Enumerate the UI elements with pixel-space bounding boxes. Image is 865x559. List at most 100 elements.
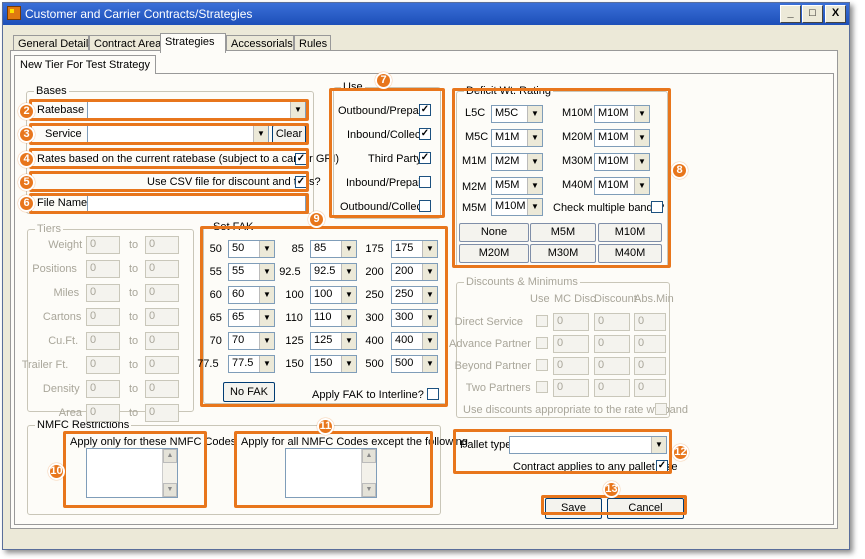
title-bar[interactable]: Customer and Carrier Contracts/Strategie… bbox=[3, 3, 849, 25]
close-button[interactable]: X bbox=[825, 5, 846, 23]
fak-class-select[interactable]: 175 ▼ bbox=[391, 240, 438, 258]
tier-to-label: to bbox=[129, 359, 139, 371]
tier-from-input[interactable]: 0 bbox=[86, 236, 120, 254]
fak-value: 500 bbox=[395, 357, 414, 369]
chevron-down-icon: ▼ bbox=[422, 310, 437, 326]
tab-strategies[interactable]: Strategies bbox=[160, 33, 226, 53]
fak-class-select[interactable]: 85 ▼ bbox=[310, 240, 357, 258]
tier-from-input[interactable]: 0 bbox=[86, 284, 120, 302]
callout-11: 11 bbox=[317, 418, 334, 435]
chevron-down-icon: ▼ bbox=[259, 241, 274, 257]
disc-mc-input[interactable]: 0 bbox=[553, 357, 589, 375]
chevron-down-icon: ▼ bbox=[341, 356, 356, 372]
fak-class-select[interactable]: 55 ▼ bbox=[228, 263, 275, 281]
tier-to-label: to bbox=[129, 239, 139, 251]
disc-absmin-input[interactable]: 0 bbox=[634, 335, 666, 353]
fak-value: 85 bbox=[314, 242, 327, 254]
disc-use-checkbox[interactable] bbox=[536, 315, 548, 327]
tier-to-input[interactable]: 0 bbox=[145, 332, 179, 350]
fak-class-select[interactable]: 125 ▼ bbox=[310, 332, 357, 350]
disc-row-label: Two Partners bbox=[465, 382, 531, 394]
tier-label: Trailer Ft. bbox=[21, 359, 69, 371]
disc-use-checkbox[interactable] bbox=[536, 381, 548, 393]
callout-3: 3 bbox=[18, 126, 35, 143]
disc-header-use: Use bbox=[530, 293, 550, 305]
chevron-down-icon: ▼ bbox=[422, 287, 437, 303]
disc-mc-input[interactable]: 0 bbox=[553, 335, 589, 353]
fak-class-select[interactable]: 60 ▼ bbox=[228, 286, 275, 304]
fak-class-select[interactable]: 300 ▼ bbox=[391, 309, 438, 327]
callout-box-service bbox=[29, 123, 309, 145]
tier-from-input[interactable]: 0 bbox=[86, 380, 120, 398]
tier-to-input[interactable]: 0 bbox=[145, 356, 179, 374]
disc-discount-input[interactable]: 0 bbox=[594, 379, 630, 397]
fak-class-select[interactable]: 70 ▼ bbox=[228, 332, 275, 350]
fak-class-select[interactable]: 110 ▼ bbox=[310, 309, 357, 327]
fak-class-select[interactable]: 50 ▼ bbox=[228, 240, 275, 258]
fak-class-select[interactable]: 400 ▼ bbox=[391, 332, 438, 350]
fak-value: 400 bbox=[395, 334, 414, 346]
callout-box-actions bbox=[541, 495, 687, 515]
maximize-button[interactable]: □ bbox=[802, 5, 823, 23]
tier-from-input[interactable]: 0 bbox=[86, 332, 120, 350]
fak-class-select[interactable]: 77.5 ▼ bbox=[228, 355, 275, 373]
fak-class-label: 300 bbox=[365, 312, 384, 324]
fak-value: 250 bbox=[395, 288, 414, 300]
fak-value: 175 bbox=[395, 242, 414, 254]
fak-class-select[interactable]: 100 ▼ bbox=[310, 286, 357, 304]
tier-label: Positions bbox=[32, 263, 77, 275]
tier-from-input[interactable]: 0 bbox=[86, 260, 120, 278]
fak-class-select[interactable]: 65 ▼ bbox=[228, 309, 275, 327]
fak-value: 70 bbox=[232, 334, 245, 346]
callout-13: 13 bbox=[603, 481, 620, 498]
disc-absmin-input[interactable]: 0 bbox=[634, 379, 666, 397]
use-discounts-checkbox[interactable] bbox=[655, 403, 667, 415]
tab-new-tier[interactable]: New Tier For Test Strategy bbox=[14, 55, 157, 74]
fak-class-select[interactable]: 200 ▼ bbox=[391, 263, 438, 281]
disc-absmin-input[interactable]: 0 bbox=[634, 313, 666, 331]
tier-to-input[interactable]: 0 bbox=[145, 404, 179, 422]
app-icon bbox=[7, 6, 21, 20]
tier-from-input[interactable]: 0 bbox=[86, 356, 120, 374]
fak-class-label: 200 bbox=[365, 266, 384, 278]
disc-mc-input[interactable]: 0 bbox=[553, 313, 589, 331]
tier-to-label: to bbox=[129, 287, 139, 299]
disc-use-checkbox[interactable] bbox=[536, 359, 548, 371]
tier-to-input[interactable]: 0 bbox=[145, 380, 179, 398]
disc-mc-input[interactable]: 0 bbox=[553, 379, 589, 397]
disc-use-checkbox[interactable] bbox=[536, 337, 548, 349]
callout-box-ratebase bbox=[29, 99, 309, 121]
disc-discount-input[interactable]: 0 bbox=[594, 313, 630, 331]
fak-class-select[interactable]: 250 ▼ bbox=[391, 286, 438, 304]
callout-9: 9 bbox=[308, 211, 325, 228]
tier-from-input[interactable]: 0 bbox=[86, 308, 120, 326]
disc-discount-input[interactable]: 0 bbox=[594, 335, 630, 353]
fak-class-label: 150 bbox=[285, 358, 304, 370]
fak-class-label: 175 bbox=[365, 243, 384, 255]
chevron-down-icon: ▼ bbox=[259, 333, 274, 349]
fak-class-select[interactable]: 92.5 ▼ bbox=[310, 263, 357, 281]
fak-class-select[interactable]: 500 ▼ bbox=[391, 355, 438, 373]
fak-value: 55 bbox=[232, 265, 245, 277]
fak-value: 200 bbox=[395, 265, 414, 277]
disc-discount-input[interactable]: 0 bbox=[594, 357, 630, 375]
chevron-down-icon: ▼ bbox=[341, 333, 356, 349]
disc-row-label: Advance Partner bbox=[449, 338, 531, 350]
tier-to-input[interactable]: 0 bbox=[145, 260, 179, 278]
callout-8: 8 bbox=[671, 162, 688, 179]
fak-class-label: 125 bbox=[285, 335, 304, 347]
minimize-button[interactable]: _ bbox=[780, 5, 801, 23]
tier-to-input[interactable]: 0 bbox=[145, 308, 179, 326]
callout-box-use-csv bbox=[29, 171, 309, 192]
fak-value: 300 bbox=[395, 311, 414, 323]
tier-from-input[interactable]: 0 bbox=[86, 404, 120, 422]
tier-to-input[interactable]: 0 bbox=[145, 284, 179, 302]
fak-value: 100 bbox=[314, 288, 333, 300]
fak-class-select[interactable]: 150 ▼ bbox=[310, 355, 357, 373]
fak-value: 77.5 bbox=[232, 357, 254, 369]
tier-to-input[interactable]: 0 bbox=[145, 236, 179, 254]
disc-absmin-input[interactable]: 0 bbox=[634, 357, 666, 375]
tier-label: Density bbox=[42, 383, 80, 395]
bases-legend: Bases bbox=[34, 85, 69, 97]
callout-10: 10 bbox=[48, 463, 65, 480]
